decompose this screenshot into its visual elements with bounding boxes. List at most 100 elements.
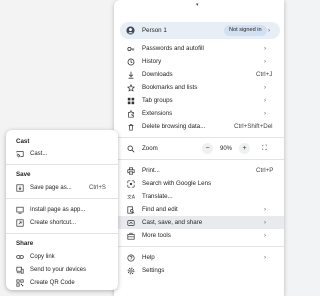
menu-item-label: Help bbox=[142, 254, 155, 261]
zoom-level: 90% bbox=[219, 145, 232, 152]
submenu-item-label: Install page as app... bbox=[30, 207, 86, 213]
profile-name: Person 1 bbox=[142, 27, 167, 34]
shortcut-text: Ctrl+P bbox=[256, 167, 274, 174]
menu-item-bookmarks[interactable]: Bookmarks and lists › bbox=[114, 81, 284, 94]
shortcut-text: Ctrl+Shift+Del bbox=[234, 123, 273, 130]
submenu-divider bbox=[6, 198, 118, 199]
zoom-controls: − 90% + bbox=[202, 142, 250, 155]
lens-icon bbox=[126, 179, 135, 188]
save-page-icon bbox=[16, 184, 24, 192]
star-icon bbox=[126, 83, 135, 92]
save-heading: Save bbox=[16, 171, 31, 178]
trash-icon bbox=[126, 122, 135, 131]
browser-main-menu: ▾ Person 1 Not signed in › Passwords and… bbox=[114, 0, 284, 296]
menu-item-label: Find and edit bbox=[142, 206, 178, 213]
help-icon bbox=[126, 253, 135, 262]
install-page-item[interactable]: Install page as app... bbox=[6, 204, 118, 216]
svg-text:文A: 文A bbox=[127, 193, 135, 200]
menu-divider bbox=[114, 159, 284, 160]
menu-item-label: More tools bbox=[142, 232, 171, 239]
zoom-out-button[interactable]: − bbox=[202, 143, 213, 154]
save-share-icon bbox=[126, 218, 135, 227]
submenu-item-label: Save page as... bbox=[30, 185, 72, 191]
chevron-right-icon: › bbox=[264, 84, 266, 91]
zoom-in-button[interactable]: + bbox=[239, 143, 250, 154]
submenu-item-label: Create shortcut... bbox=[30, 220, 77, 226]
link-icon bbox=[16, 253, 24, 261]
menu-item-tab-groups[interactable]: Tab groups › bbox=[114, 94, 284, 107]
menu-item-label: Extensions bbox=[142, 110, 173, 117]
menu-item-translate[interactable]: 文A Translate... bbox=[114, 190, 284, 203]
share-heading: Share bbox=[16, 240, 34, 247]
menu-item-more-tools[interactable]: More tools › bbox=[114, 229, 284, 242]
key-icon bbox=[126, 44, 135, 53]
gear-icon bbox=[126, 266, 135, 275]
menu-item-extensions[interactable]: Extensions › bbox=[114, 107, 284, 120]
menu-item-passwords[interactable]: Passwords and autofill › bbox=[114, 42, 284, 55]
copy-link-item[interactable]: Copy link bbox=[6, 251, 118, 263]
menu-item-find-and-edit[interactable]: Find and edit › bbox=[114, 203, 284, 216]
menu-item-label: Cast, save, and share bbox=[142, 219, 203, 226]
create-shortcut-item[interactable]: Create shortcut... bbox=[6, 217, 118, 229]
find-icon bbox=[126, 205, 135, 214]
tab-groups-icon bbox=[126, 96, 135, 105]
submenu-divider bbox=[6, 164, 118, 165]
create-qr-code-item[interactable]: Create QR Code bbox=[6, 277, 118, 289]
fullscreen-icon[interactable]: ⛶ bbox=[262, 145, 267, 153]
shortcut-text: Ctrl+S bbox=[89, 185, 106, 191]
menu-item-cast-save-share[interactable]: Cast, save, and share › bbox=[114, 216, 284, 229]
submenu-item-label: Create QR Code bbox=[30, 280, 75, 286]
menu-item-print[interactable]: Print... Ctrl+P bbox=[114, 164, 284, 177]
install-app-icon bbox=[16, 206, 24, 214]
avatar-icon bbox=[126, 26, 135, 35]
chevron-right-icon: › bbox=[264, 219, 266, 226]
cast-icon bbox=[16, 150, 24, 158]
menu-item-label: Translate... bbox=[142, 193, 173, 200]
qr-code-icon bbox=[16, 279, 24, 287]
chevron-right-icon: › bbox=[264, 110, 266, 117]
magnifier-icon bbox=[126, 144, 135, 153]
menu-item-history[interactable]: History › bbox=[114, 55, 284, 68]
menu-item-label: Downloads bbox=[142, 71, 173, 78]
devices-icon bbox=[16, 266, 24, 274]
menu-item-label: Search with Google Lens bbox=[142, 180, 212, 187]
menu-item-google-lens[interactable]: Search with Google Lens bbox=[114, 177, 284, 190]
cast-item[interactable]: Cast... bbox=[6, 148, 118, 160]
submenu-divider bbox=[6, 233, 118, 234]
send-to-devices-item[interactable]: Send to your devices bbox=[6, 264, 118, 276]
chevron-right-icon: › bbox=[264, 254, 266, 261]
save-page-item[interactable]: Save page as... Ctrl+S bbox=[6, 182, 118, 194]
menu-item-label: Print... bbox=[142, 167, 160, 174]
chevron-right-icon: › bbox=[268, 27, 270, 34]
menu-item-delete-browsing-data[interactable]: Delete browsing data... Ctrl+Shift+Del bbox=[114, 120, 284, 133]
sign-in-status-badge[interactable]: Not signed in bbox=[224, 25, 267, 36]
menu-item-label: Tab groups bbox=[142, 97, 173, 104]
menu-item-label: Settings bbox=[142, 267, 165, 274]
chevron-right-icon: › bbox=[264, 206, 266, 213]
menu-item-zoom: Zoom − 90% + ⛶ bbox=[114, 142, 284, 155]
menu-item-label: Delete browsing data... bbox=[142, 123, 206, 130]
printer-icon bbox=[126, 166, 135, 175]
menu-item-help[interactable]: Help › bbox=[114, 251, 284, 264]
chevron-right-icon: › bbox=[264, 97, 266, 104]
menu-item-label: History bbox=[142, 58, 162, 65]
chevron-right-icon: › bbox=[264, 45, 266, 52]
toolbox-icon bbox=[126, 231, 135, 240]
puzzle-icon bbox=[126, 109, 135, 118]
screen: ▾ Person 1 Not signed in › Passwords and… bbox=[0, 0, 284, 296]
menu-item-downloads[interactable]: Downloads Ctrl+J bbox=[114, 68, 284, 81]
menu-item-label: Passwords and autofill bbox=[142, 45, 204, 52]
menu-divider bbox=[114, 137, 284, 138]
chevron-right-icon: › bbox=[264, 232, 266, 239]
submenu-item-label: Copy link bbox=[30, 254, 55, 260]
menu-item-settings[interactable]: Settings bbox=[114, 264, 284, 277]
submenu-item-label: Send to your devices bbox=[30, 267, 87, 273]
zoom-label: Zoom bbox=[142, 145, 158, 152]
chevron-right-icon: › bbox=[264, 58, 266, 65]
translate-icon: 文A bbox=[126, 192, 135, 201]
shortcut-text: Ctrl+J bbox=[256, 71, 273, 78]
cast-save-share-submenu: Cast Cast... Save Save page as... Ctrl+S… bbox=[6, 130, 118, 290]
history-icon bbox=[126, 57, 135, 66]
profile-row[interactable]: Person 1 Not signed in › bbox=[120, 22, 280, 39]
chevron-down-icon: ▾ bbox=[196, 2, 199, 8]
